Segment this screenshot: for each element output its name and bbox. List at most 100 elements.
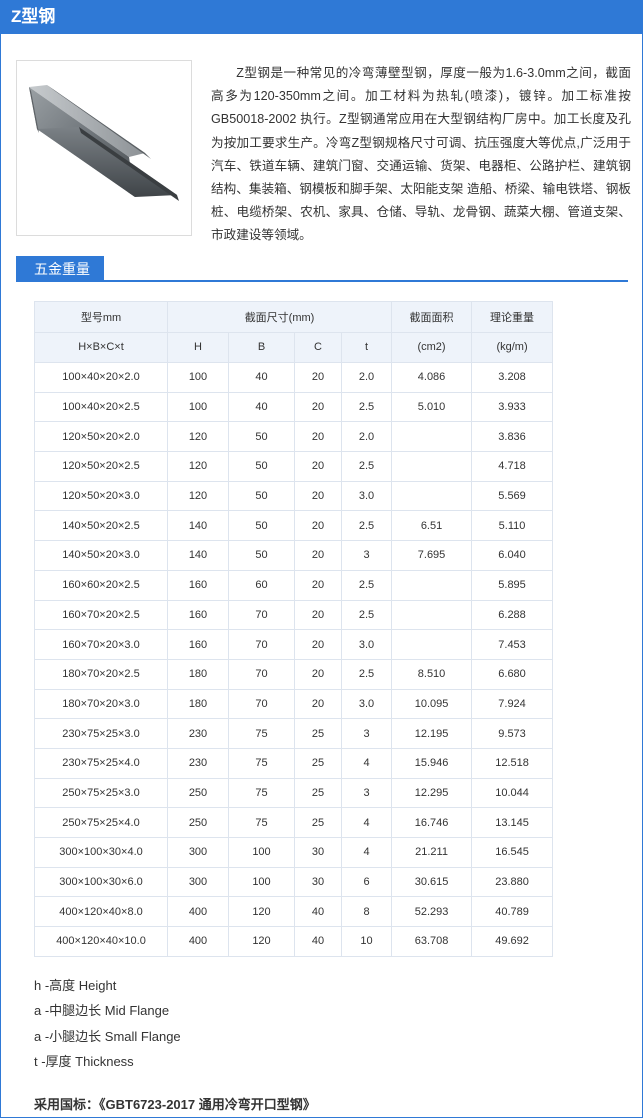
cell-h: 160 [167, 599, 229, 631]
note-small-flange: a -小腿边长 Small Flange [34, 1028, 181, 1044]
subheader-b: B [228, 331, 295, 363]
table-row: 140×50×20×2.5 140 50 20 2.5 6.51 5.110 [34, 510, 554, 542]
cell-b: 40 [228, 391, 295, 423]
cell-weight: 5.569 [471, 480, 554, 512]
table-row: 400×120×40×10.0 400 120 40 10 63.708 49.692 [34, 926, 554, 957]
cell-c: 30 [294, 837, 342, 868]
cell-model: 120×50×20×2.0 [34, 421, 168, 453]
cell-model: 140×50×20×3.0 [34, 540, 168, 571]
cell-area: 10.095 [391, 688, 473, 720]
table-row: 230×75×25×3.0 230 75 25 3 12.195 9.573 [34, 718, 554, 749]
spec-table: 型号mm 截面尺寸(mm) 截面面积 理论重量 H×B×C×t H B C t … [34, 301, 554, 957]
cell-h: 250 [167, 807, 229, 838]
cell-area [391, 599, 473, 631]
cell-b: 50 [228, 510, 295, 542]
page-title: Z型钢 [11, 7, 56, 26]
cell-c: 20 [294, 540, 342, 571]
cell-t: 4 [340, 837, 393, 868]
cell-weight: 10.044 [471, 777, 554, 809]
cell-area: 16.746 [391, 807, 473, 838]
cell-t: 2.5 [340, 451, 393, 482]
table-row: 120×50×20×3.0 120 50 20 3.0 5.569 [34, 480, 554, 512]
cell-b: 60 [228, 569, 295, 601]
cell-h: 160 [167, 569, 229, 601]
cell-h: 140 [167, 510, 229, 542]
title-bar: Z型钢 [1, 0, 642, 34]
cell-b: 100 [228, 866, 295, 898]
cell-b: 50 [228, 421, 295, 453]
standard-value: 《GBT6723-2017 通用冷弯开口型钢》 [99, 1097, 316, 1112]
cell-t: 2.5 [340, 510, 393, 542]
cell-h: 100 [167, 362, 229, 393]
cell-area [391, 480, 473, 512]
cell-b: 70 [228, 658, 295, 690]
cell-model: 180×70×20×2.5 [34, 658, 168, 690]
cell-area: 8.510 [391, 658, 473, 690]
cell-weight: 4.718 [471, 451, 554, 482]
cell-b: 75 [228, 747, 295, 779]
subheader-weight-unit: (kg/m) [471, 331, 554, 363]
cell-c: 25 [294, 807, 342, 838]
cell-model: 140×50×20×2.5 [34, 510, 168, 542]
cell-t: 3 [340, 777, 393, 809]
standard-line: 采用国标：《GBT6723-2017 通用冷弯开口型钢》 [34, 1097, 316, 1113]
cell-weight: 13.145 [471, 807, 554, 838]
cell-t: 4 [340, 747, 393, 779]
cell-c: 20 [294, 629, 342, 660]
cell-b: 50 [228, 480, 295, 512]
cell-b: 50 [228, 451, 295, 482]
cell-h: 180 [167, 688, 229, 720]
table-row: 180×70×20×3.0 180 70 20 3.0 10.095 7.924 [34, 688, 554, 720]
subheader-model: H×B×C×t [34, 331, 168, 363]
table-row: 120×50×20×2.5 120 50 20 2.5 4.718 [34, 451, 554, 482]
cell-model: 100×40×20×2.5 [34, 391, 168, 423]
cell-weight: 3.933 [471, 391, 554, 423]
table-row: 250×75×25×4.0 250 75 25 4 16.746 13.145 [34, 807, 554, 838]
cell-b: 70 [228, 688, 295, 720]
cell-h: 120 [167, 421, 229, 453]
table-row: 300×100×30×6.0 300 100 30 6 30.615 23.880 [34, 866, 554, 898]
cell-weight: 6.288 [471, 599, 554, 631]
subheader-t: t [340, 331, 393, 363]
cell-c: 25 [294, 747, 342, 779]
cell-h: 400 [167, 896, 229, 928]
cell-model: 160×70×20×3.0 [34, 629, 168, 660]
cell-t: 4 [340, 807, 393, 838]
cell-c: 20 [294, 599, 342, 631]
notes: h -高度 Height a -中腿边长 Mid Flange a -小腿边长 … [34, 977, 181, 1078]
cell-b: 75 [228, 718, 295, 749]
cell-c: 25 [294, 718, 342, 749]
cell-b: 70 [228, 629, 295, 660]
cell-area: 7.695 [391, 540, 473, 571]
cell-t: 2.0 [340, 421, 393, 453]
table-row: 160×70×20×3.0 160 70 20 3.0 7.453 [34, 629, 554, 660]
cell-model: 180×70×20×3.0 [34, 688, 168, 720]
cell-area: 12.195 [391, 718, 473, 749]
table-row: 140×50×20×3.0 140 50 20 3 7.695 6.040 [34, 540, 554, 571]
cell-c: 20 [294, 421, 342, 453]
cell-area: 63.708 [391, 926, 473, 957]
cell-b: 50 [228, 540, 295, 571]
cell-b: 75 [228, 807, 295, 838]
cell-area: 6.51 [391, 510, 473, 542]
table-row: 100×40×20×2.0 100 40 20 2.0 4.086 3.208 [34, 362, 554, 393]
cell-h: 230 [167, 747, 229, 779]
cell-t: 8 [340, 896, 393, 928]
cell-h: 400 [167, 926, 229, 957]
cell-c: 30 [294, 866, 342, 898]
cell-model: 230×75×25×4.0 [34, 747, 168, 779]
cell-area: 4.086 [391, 362, 473, 393]
cell-area: 12.295 [391, 777, 473, 809]
cell-model: 250×75×25×4.0 [34, 807, 168, 838]
cell-b: 70 [228, 599, 295, 631]
cell-c: 25 [294, 777, 342, 809]
header-area: 截面面积 [391, 301, 473, 333]
cell-b: 40 [228, 362, 295, 393]
table-row: 400×120×40×8.0 400 120 40 8 52.293 40.789 [34, 896, 554, 928]
cell-area: 21.211 [391, 837, 473, 868]
cell-area: 15.946 [391, 747, 473, 779]
cell-area [391, 421, 473, 453]
header-dims: 截面尺寸(mm) [166, 301, 393, 333]
cell-weight: 6.040 [471, 540, 554, 571]
header-weight: 理论重量 [471, 301, 554, 333]
